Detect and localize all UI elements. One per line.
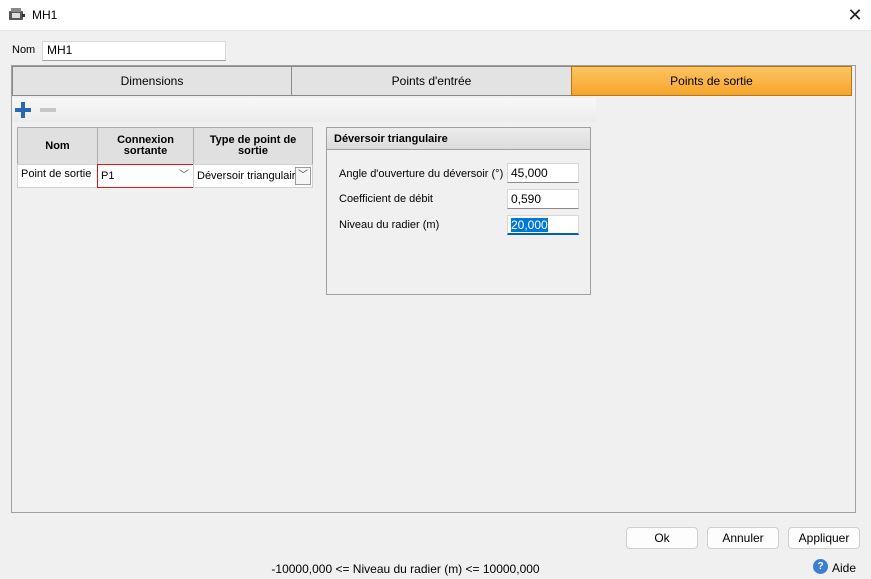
angle-label: Angle d'ouverture du déversoir (°) xyxy=(339,168,504,180)
connection-combo-value: P1 xyxy=(101,170,115,182)
help-link[interactable]: Aide xyxy=(832,561,856,575)
plus-icon[interactable] xyxy=(15,102,31,118)
coefficient-label: Coefficient de débit xyxy=(339,193,433,205)
invert-level-label: Niveau du radier (m) xyxy=(339,219,440,231)
invert-level-value: 20,000 xyxy=(511,218,548,232)
toolbar xyxy=(12,98,596,122)
window-title: MH1 xyxy=(32,8,58,22)
tab-dimensions[interactable]: Dimensions xyxy=(12,66,292,96)
invert-level-input[interactable]: 20,000 xyxy=(507,215,579,235)
outlet-grid: Nom Connexion sortante Type de point de … xyxy=(17,127,313,188)
name-input[interactable]: MH1 xyxy=(42,41,226,61)
tab-points-entree[interactable]: Points d'entrée xyxy=(291,66,572,96)
cell-outlet-name-text: Point de sortie xyxy=(21,168,92,180)
angle-input[interactable]: 45,000 xyxy=(507,163,579,183)
panel-title: Déversoir triangulaire xyxy=(327,128,590,150)
chevron-down-icon[interactable]: ﹀ xyxy=(176,166,192,186)
apply-button[interactable]: Appliquer xyxy=(788,527,860,549)
outlet-type-combo-value: Déversoir triangulaire xyxy=(197,170,302,182)
coefficient-input[interactable]: 0,590 xyxy=(507,189,579,209)
weir-properties-panel: Déversoir triangulaire Angle d'ouverture… xyxy=(326,127,591,295)
column-header-connexion[interactable]: Connexion sortante xyxy=(97,127,194,165)
outlet-type-combo[interactable]: Déversoir triangulaire ﹀ xyxy=(193,164,313,188)
tab-points-sortie[interactable]: Points de sortie xyxy=(571,66,852,96)
cell-outlet-name[interactable]: Point de sortie xyxy=(17,164,98,188)
minus-icon[interactable] xyxy=(40,108,56,112)
connection-combo[interactable]: P1 ﹀ xyxy=(97,164,194,188)
column-header-nom[interactable]: Nom xyxy=(17,127,98,165)
status-text: -10000,000 <= Niveau du radier (m) <= 10… xyxy=(271,562,540,576)
column-header-type[interactable]: Type de point de sortie xyxy=(193,127,313,165)
title-bar: MH1 ✕ xyxy=(0,0,871,31)
ok-button[interactable]: Ok xyxy=(626,527,698,549)
manhole-app-icon xyxy=(9,8,25,20)
cancel-button[interactable]: Annuler xyxy=(707,527,779,549)
name-label: Nom xyxy=(12,44,36,56)
chevron-down-icon[interactable]: ﹀ xyxy=(295,167,311,185)
help-icon[interactable]: ? xyxy=(813,559,828,574)
close-icon[interactable]: ✕ xyxy=(844,4,866,26)
